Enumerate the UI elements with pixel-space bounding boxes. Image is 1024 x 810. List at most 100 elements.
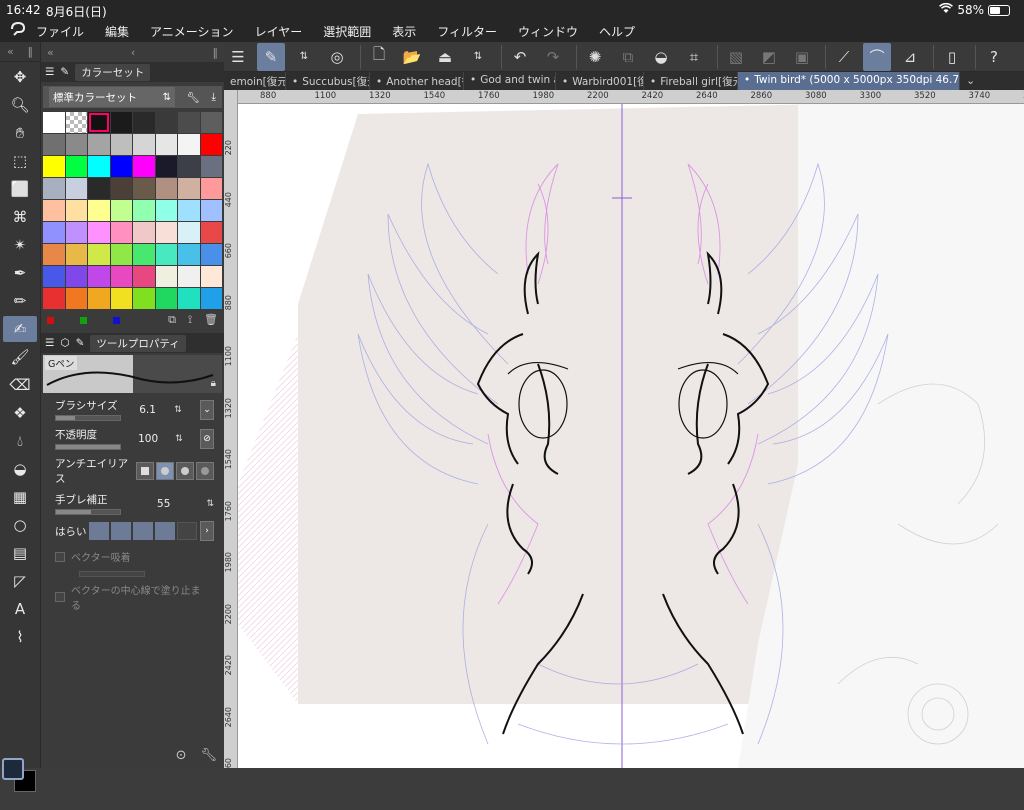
zoom-tool-icon[interactable]: 🔍︎ [3,92,37,118]
selection-pen-tool-icon[interactable]: ⌘ [3,204,37,230]
stepper-icon[interactable]: ⇅ [206,499,214,509]
brush-size-slider[interactable] [55,415,121,421]
color-swatch[interactable] [178,288,200,309]
help-icon[interactable]: ? [980,43,1008,71]
color-swatch[interactable] [178,266,200,287]
taper-option[interactable] [111,522,132,540]
menu-file[interactable]: ファイル [36,23,84,40]
updown-arrows-icon[interactable]: ⇅ [464,43,492,71]
add-color-icon[interactable]: ⧉ [168,313,176,327]
color-swatch[interactable] [43,112,65,133]
color-swatch[interactable] [155,266,177,287]
color-swatch[interactable] [200,244,222,265]
new-file-icon[interactable]: 🗋 [365,43,393,71]
color-swatch[interactable] [200,112,222,133]
color-swatch[interactable] [110,288,132,309]
opacity-slider[interactable] [55,444,121,450]
menu-layer[interactable]: レイヤー [255,23,303,40]
hamburger-menu-icon[interactable]: ☰ [224,43,252,71]
color-swatch[interactable] [200,156,222,177]
recent-color-swatch[interactable] [80,316,87,324]
back-chevron-icon[interactable]: ‹ [131,46,135,59]
color-swatch[interactable] [88,112,110,133]
color-swatch[interactable] [178,222,200,243]
doc-tab[interactable]: emoin[復元]* [224,72,286,90]
color-swatch[interactable] [65,266,87,287]
color-swatch[interactable] [155,178,177,199]
brush-tool-icon[interactable]: 🖌︎ [3,344,37,370]
wrench-icon[interactable]: 🔧︎ [187,91,200,104]
blend-tool-icon[interactable]: 💧︎ [3,428,37,454]
color-swatch[interactable] [133,156,155,177]
color-swatch[interactable] [88,244,110,265]
opacity-link-icon[interactable]: ⊘ [199,428,214,449]
text-tool-icon[interactable]: A [3,596,37,622]
stepper-icon[interactable]: ⇅ [174,405,182,415]
menu-help[interactable]: ヘルプ [599,23,635,40]
color-swatch[interactable] [200,288,222,309]
color-swatch[interactable] [43,156,65,177]
show-selection-icon[interactable]: ▣ [788,43,816,71]
color-swatch[interactable] [178,156,200,177]
color-swatch[interactable] [65,244,87,265]
figure-tool-icon[interactable]: ○ [3,512,37,538]
color-swatch[interactable] [200,266,222,287]
taper-option[interactable] [133,522,154,540]
color-swatch[interactable] [88,288,110,309]
color-swatch[interactable] [178,178,200,199]
smartphone-icon[interactable]: ▯ [938,43,966,71]
pen-tool-icon[interactable]: ✏ [3,288,37,314]
color-swatch[interactable] [110,156,132,177]
color-swatch[interactable] [133,244,155,265]
recent-color-swatch[interactable] [113,316,120,324]
color-swatch[interactable] [88,266,110,287]
menu-edit[interactable]: 編集 [105,23,129,40]
color-swatch[interactable] [200,200,222,221]
balloon-tool-icon[interactable]: ⌇ [3,624,37,650]
stabilizer-slider[interactable] [55,509,121,515]
color-swatch[interactable] [110,266,132,287]
color-swatch[interactable] [200,178,222,199]
crop-icon[interactable]: ⌗ [680,43,708,71]
color-swatch[interactable] [110,112,132,133]
brush-tab-icon[interactable]: ✎ [76,337,85,349]
color-swatch[interactable] [110,200,132,221]
menu-window[interactable]: ウィンドウ [518,23,578,40]
color-swatch[interactable] [178,244,200,265]
doc-tab[interactable]: • Another head[復 [370,72,464,90]
vector-snap-checkbox[interactable] [55,551,65,562]
antialias-strong[interactable] [196,462,214,480]
color-swatch[interactable] [43,266,65,287]
color-swatch[interactable] [133,200,155,221]
layer-tab-icon[interactable]: ⬡ [60,337,69,349]
size-dropdown-icon[interactable]: ⌄ [200,399,214,420]
ruler-tool-icon[interactable]: ◸ [3,568,37,594]
color-swatch[interactable] [43,178,65,199]
wrench-icon[interactable]: 🔧︎ [200,748,217,763]
color-swatch[interactable] [155,112,177,133]
antialias-none[interactable] [136,462,154,480]
save-icon[interactable]: ⏏ [431,43,459,71]
eyedropper-tool-icon[interactable]: ✒ [3,260,37,286]
color-indicator[interactable] [0,756,40,810]
brush-tab-icon[interactable]: ✎ [60,66,69,78]
color-swatch[interactable] [110,222,132,243]
menu-selection[interactable]: 選択範囲 [323,23,371,40]
color-swatch[interactable] [178,112,200,133]
antialias-weak[interactable] [156,462,174,480]
gpen-tool-icon[interactable]: ✍ [3,316,37,342]
color-swatch[interactable] [155,134,177,155]
color-swatch[interactable] [65,134,87,155]
clear-selection-icon[interactable]: ▧ [722,43,750,71]
object-tool-icon[interactable]: ⬚ [3,148,37,174]
color-swatch[interactable] [110,244,132,265]
menu-view[interactable]: 表示 [392,23,416,40]
trash-icon[interactable]: 🗑︎ [204,313,218,327]
edit-panel-icon[interactable]: ✎ [257,42,285,71]
fill-tool-icon[interactable]: ◒ [3,456,37,482]
color-swatch[interactable] [88,156,110,177]
vector-fill-checkbox[interactable] [55,592,65,602]
special-ruler-snap-icon[interactable]: ⌒ [863,42,891,71]
move-tool-icon[interactable]: ✥ [3,64,37,90]
tool-property-tab[interactable]: ツールプロパティ [90,334,186,352]
